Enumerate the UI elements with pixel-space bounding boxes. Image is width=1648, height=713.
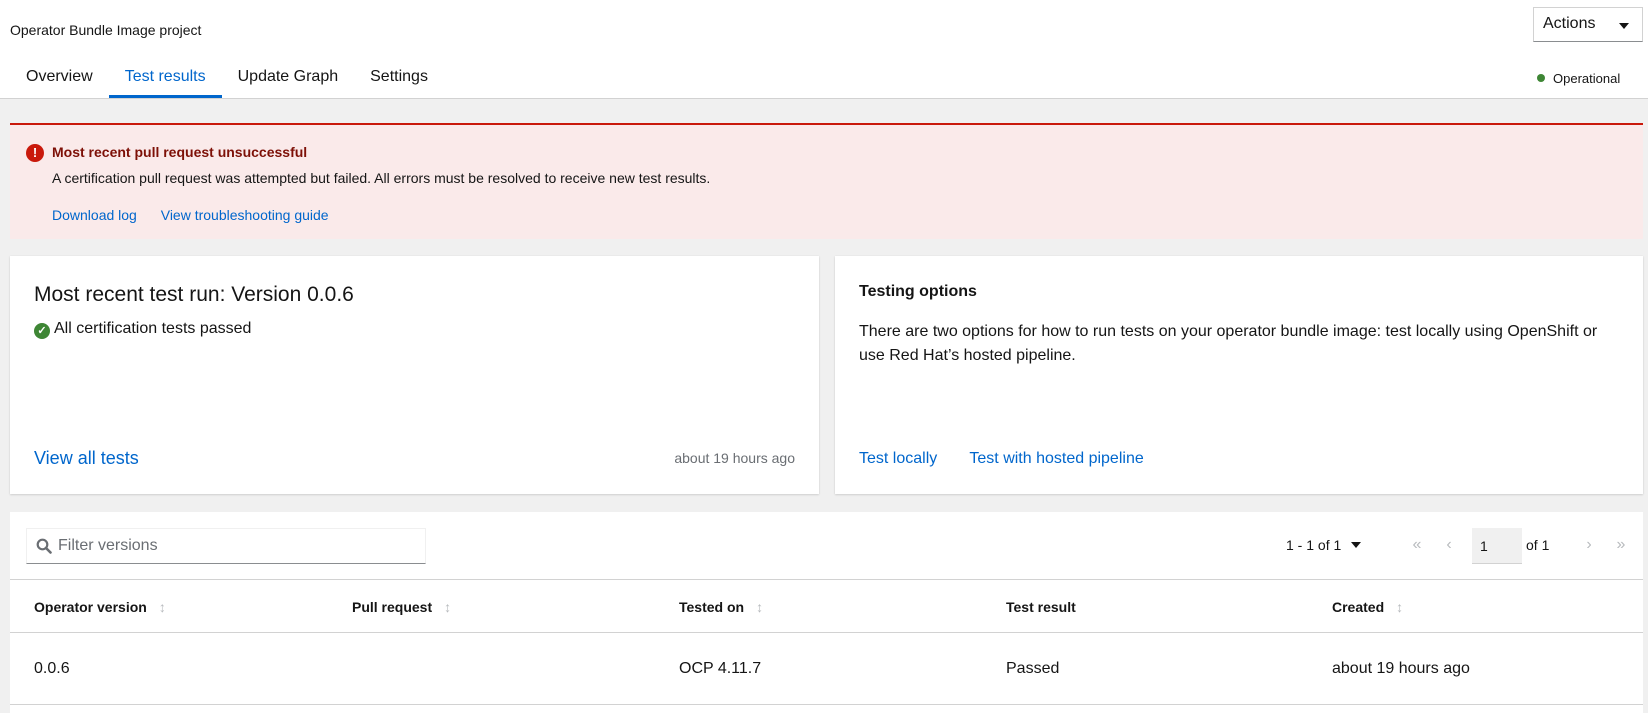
table-row: 0.0.6 OCP 4.11.7 Passed about 19 hours a…	[10, 633, 1643, 705]
column-operator-version[interactable]: Operator version ↕	[34, 599, 166, 615]
column-pull-request[interactable]: Pull request ↕	[352, 599, 451, 615]
last-page-icon[interactable]: »	[1609, 534, 1633, 556]
recent-run-status: ✓ All certification tests passed	[34, 320, 251, 339]
download-log-link[interactable]: Download log	[52, 207, 137, 223]
status-dot-icon	[1537, 74, 1545, 82]
column-test-result: Test result	[1006, 599, 1076, 615]
column-label: Operator version	[34, 599, 147, 615]
cell-created: about 19 hours ago	[1332, 660, 1470, 677]
exclamation-circle-icon: !	[26, 144, 44, 162]
check-circle-icon: ✓	[34, 323, 50, 339]
testing-options-title: Testing options	[859, 283, 977, 300]
testing-options-card: Testing options There are two options fo…	[835, 256, 1643, 494]
column-label: Created	[1332, 599, 1385, 615]
filter-versions-input[interactable]	[58, 535, 418, 557]
view-all-tests-link[interactable]: View all tests	[34, 448, 139, 469]
alert-title: Most recent pull request unsuccessful	[52, 144, 308, 160]
sort-icon: ↕	[756, 599, 764, 615]
recent-test-run-card: Most recent test run: Version 0.0.6 ✓ All…	[10, 256, 819, 494]
actions-dropdown[interactable]: Actions	[1533, 7, 1643, 42]
tab-overview[interactable]: Overview	[10, 58, 109, 98]
filter-versions-field[interactable]	[26, 528, 426, 564]
sort-icon: ↕	[1396, 599, 1404, 615]
cell-tested-on: OCP 4.11.7	[679, 660, 762, 677]
troubleshooting-guide-link[interactable]: View troubleshooting guide	[161, 207, 329, 223]
caret-down-icon	[1351, 542, 1362, 548]
page-header: Operator Bundle Image project Actions Ov…	[0, 0, 1648, 99]
versions-table-panel: 1 - 1 of 1 « ‹ of 1 › » Operator version…	[10, 512, 1643, 713]
table-header: Operator version ↕ Pull request ↕ Tested o…	[10, 579, 1643, 633]
testing-options-description: There are two options for how to run tes…	[859, 323, 1598, 364]
recent-run-timestamp: about 19 hours ago	[674, 450, 795, 466]
status-indicator: Operational	[1537, 71, 1620, 86]
sort-icon: ↕	[158, 599, 166, 615]
first-page-icon[interactable]: «	[1405, 534, 1429, 556]
search-icon	[36, 538, 52, 554]
testing-options-links: Test locally Test with hosted pipeline	[859, 450, 1172, 468]
tab-bar: Overview Test results Update Graph Setti…	[10, 58, 444, 98]
alert-actions: Download log View troubleshooting guide	[52, 207, 349, 223]
cell-operator-version: 0.0.6	[34, 660, 70, 677]
column-label: Tested on	[679, 599, 745, 615]
column-label: Pull request	[352, 599, 433, 615]
page-total: of 1	[1526, 537, 1550, 553]
project-subtitle: Operator Bundle Image project	[10, 22, 202, 38]
alert-description: A certification pull request was attempt…	[52, 170, 711, 186]
tab-test-results[interactable]: Test results	[108, 58, 222, 98]
column-created[interactable]: Created ↕	[1332, 599, 1403, 615]
tab-update-graph[interactable]: Update Graph	[222, 58, 355, 98]
recent-run-title: Most recent test run: Version 0.0.6	[34, 283, 354, 306]
previous-page-icon[interactable]: ‹	[1437, 534, 1461, 556]
status-text: Operational	[1553, 71, 1621, 86]
sort-icon: ↕	[444, 599, 452, 615]
actions-label: Actions	[1543, 15, 1596, 32]
next-page-icon[interactable]: ›	[1577, 534, 1601, 556]
caret-down-icon	[1619, 23, 1629, 29]
test-locally-link[interactable]: Test locally	[859, 450, 937, 467]
pagination-range: 1 - 1 of 1	[1286, 537, 1342, 553]
danger-alert: ! Most recent pull request unsuccessful …	[10, 123, 1643, 239]
recent-run-status-text: All certification tests passed	[54, 320, 252, 337]
column-tested-on[interactable]: Tested on ↕	[679, 599, 763, 615]
pagination-options-toggle[interactable]: 1 - 1 of 1	[1286, 537, 1362, 553]
test-hosted-pipeline-link[interactable]: Test with hosted pipeline	[969, 450, 1143, 467]
tab-settings[interactable]: Settings	[354, 58, 444, 98]
page-number-input[interactable]	[1472, 528, 1522, 564]
cell-test-result-link[interactable]: Passed	[1006, 660, 1059, 678]
column-label: Test result	[1006, 599, 1076, 615]
